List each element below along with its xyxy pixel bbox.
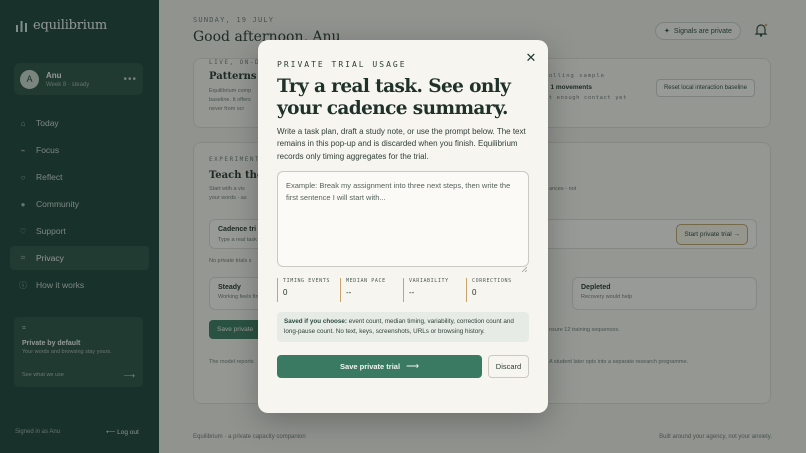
close-icon[interactable]: ✕	[524, 50, 538, 64]
stat-value: 0	[472, 288, 477, 297]
private-trial-modal: ✕ PRIVATE TRIAL USAGE Try a real task. S…	[258, 40, 548, 413]
task-textarea[interactable]	[277, 171, 529, 267]
stat-median-pace: MEDIAN PACE --	[340, 278, 403, 302]
modal-title: Try a real task. See only your cadence s…	[277, 76, 511, 119]
arrow-right-icon: ⟶	[406, 361, 419, 371]
save-button-label: Save private trial	[340, 362, 401, 371]
stat-label: MEDIAN PACE	[346, 278, 386, 284]
modal-description: Write a task plan, draft a study note, o…	[277, 127, 526, 161]
stat-value: --	[409, 288, 415, 297]
saved-info-box: Saved if you choose: event count, median…	[277, 312, 529, 342]
modal-eyebrow: PRIVATE TRIAL USAGE	[277, 60, 407, 69]
stat-label: TIMING EVENTS	[283, 278, 330, 284]
saved-lead: Saved if you choose:	[284, 318, 347, 325]
stat-timing-events: TIMING EVENTS 0	[277, 278, 340, 302]
resize-handle-icon[interactable]	[521, 259, 528, 273]
save-private-trial-button[interactable]: Save private trial ⟶	[277, 355, 482, 378]
trial-stats: TIMING EVENTS 0 MEDIAN PACE -- VARIABILI…	[277, 278, 529, 302]
stat-value: 0	[283, 288, 288, 297]
discard-button[interactable]: Discard	[488, 355, 529, 378]
stat-variability: VARIABILITY --	[403, 278, 466, 302]
stat-value: --	[346, 288, 352, 297]
stat-label: VARIABILITY	[409, 278, 449, 284]
stat-corrections: CORRECTIONS 0	[466, 278, 529, 302]
stat-label: CORRECTIONS	[472, 278, 512, 284]
